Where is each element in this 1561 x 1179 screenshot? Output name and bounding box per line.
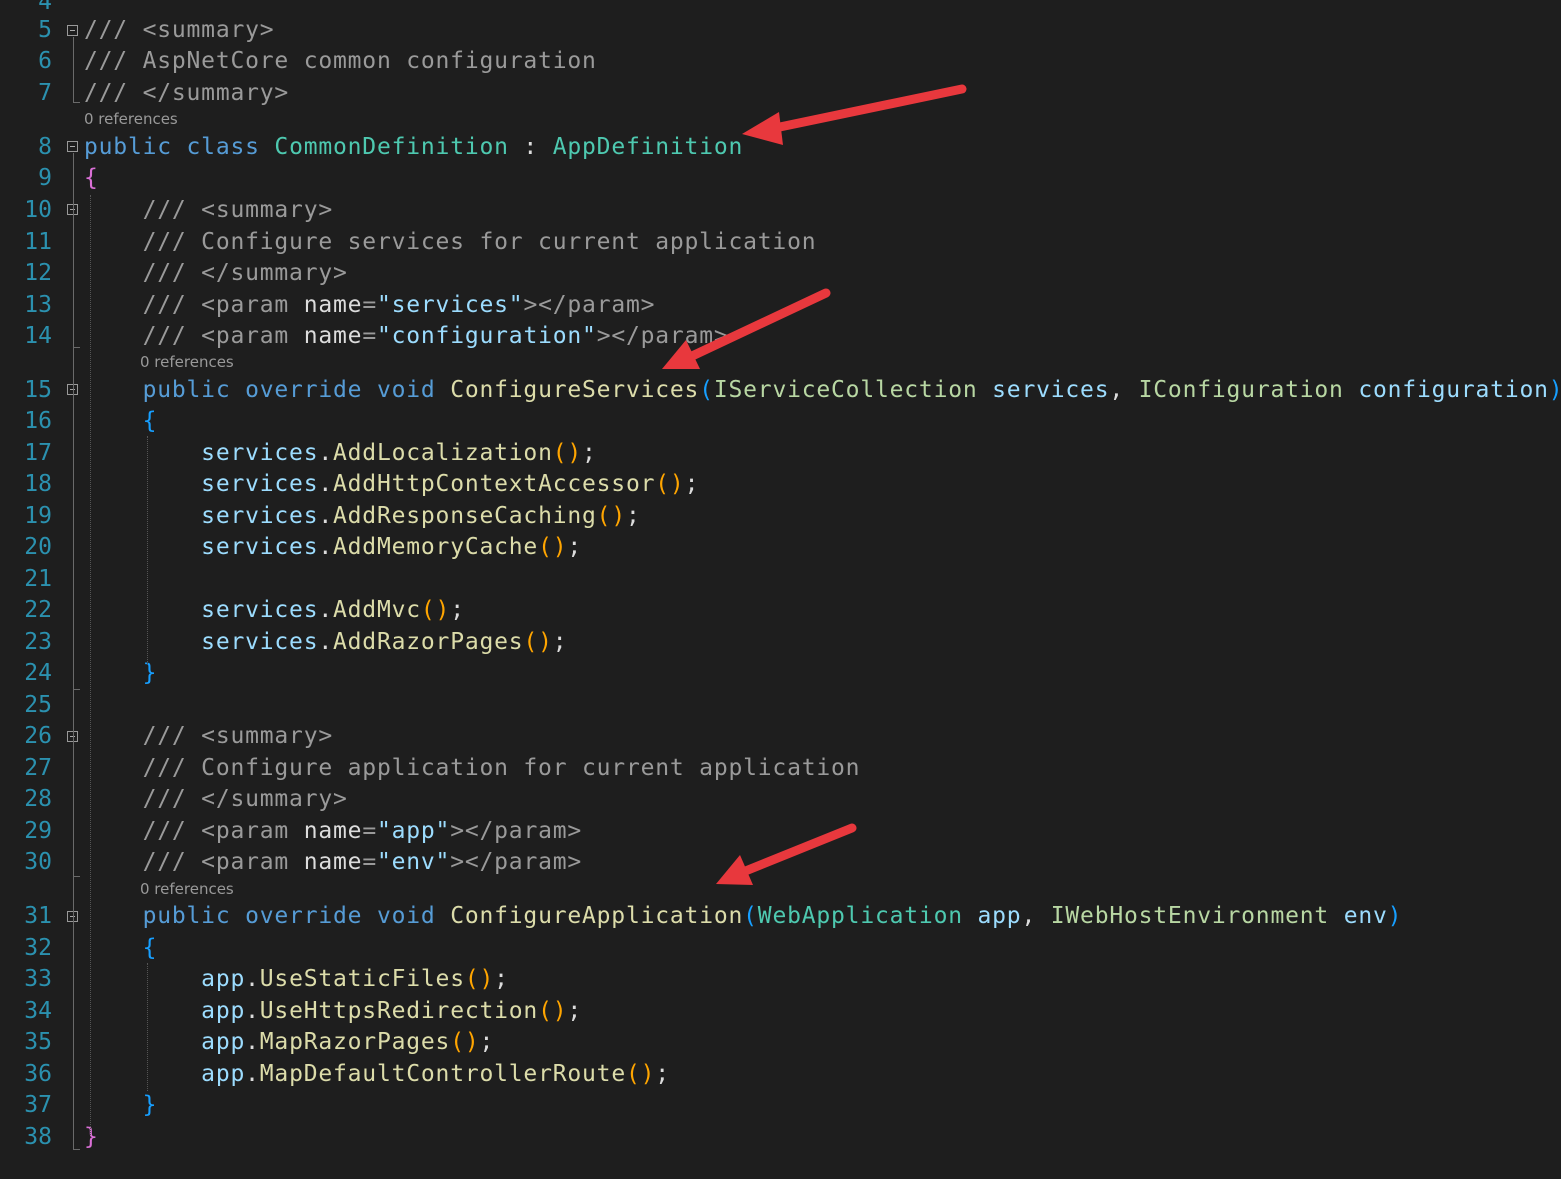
arrow-annotation-class [742, 84, 967, 145]
arrow-annotation-configure-application [716, 823, 857, 885]
arrow-annotation-configure-services [662, 288, 831, 369]
annotation-arrows [662, 84, 967, 885]
code-editor[interactable]: 4 5/// <summary> 6/// AspNetCore common co… [0, 0, 1561, 1179]
